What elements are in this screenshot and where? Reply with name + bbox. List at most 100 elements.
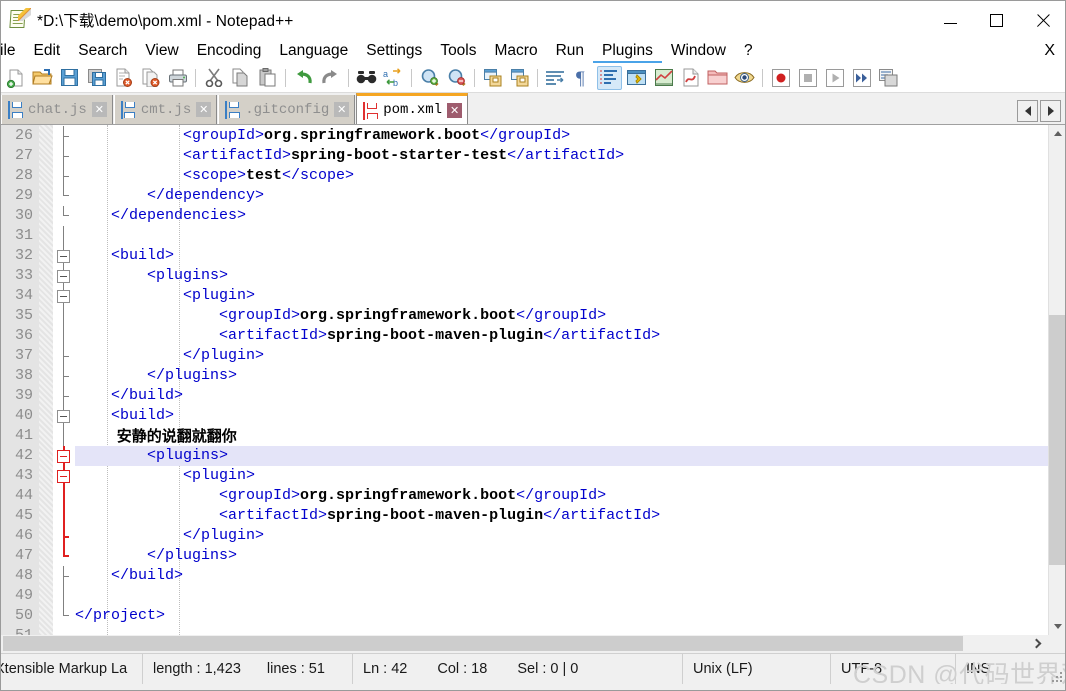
- fold-marker[interactable]: [53, 566, 75, 586]
- function-list-icon[interactable]: [678, 66, 703, 90]
- code-folding-margin[interactable]: [53, 125, 75, 635]
- fold-collapse-box[interactable]: [57, 470, 70, 483]
- fold-marker[interactable]: [53, 546, 75, 566]
- horizontal-scrollbar-thumb[interactable]: [3, 636, 963, 651]
- code-line[interactable]: <groupId>org.springframework.boot</group…: [75, 486, 1065, 506]
- menu-item-edit[interactable]: Edit: [25, 39, 70, 63]
- menu-item-encoding[interactable]: Encoding: [188, 39, 271, 63]
- folder-as-workspace-icon[interactable]: [705, 66, 730, 90]
- code-line[interactable]: <groupId>org.springframework.boot</group…: [75, 126, 1065, 146]
- fold-marker[interactable]: [53, 266, 75, 286]
- stop-macro-icon[interactable]: [795, 66, 820, 90]
- code-line[interactable]: </dependency>: [75, 186, 1065, 206]
- code-line[interactable]: </plugin>: [75, 526, 1065, 546]
- menu-item-view[interactable]: View: [136, 39, 187, 63]
- fold-marker[interactable]: [53, 286, 75, 306]
- code-line[interactable]: </plugins>: [75, 546, 1065, 566]
- fold-marker[interactable]: [53, 186, 75, 206]
- tab-pom-xml[interactable]: pom.xml ✕: [356, 93, 469, 124]
- close-document-button[interactable]: X: [1044, 39, 1055, 63]
- word-wrap-icon[interactable]: [543, 66, 568, 90]
- zoom-in-icon[interactable]: [417, 66, 442, 90]
- fold-marker[interactable]: [53, 126, 75, 146]
- tab-chat-js[interactable]: chat.js ✕: [1, 95, 113, 124]
- fold-marker[interactable]: [53, 506, 75, 526]
- fold-marker[interactable]: [53, 426, 75, 446]
- tab-close-icon[interactable]: ✕: [91, 102, 107, 117]
- fold-marker[interactable]: [53, 446, 75, 466]
- cut-icon[interactable]: [201, 66, 226, 90]
- fold-marker[interactable]: [53, 226, 75, 246]
- tab-scroll-right-button[interactable]: [1040, 100, 1061, 122]
- find-icon[interactable]: [354, 66, 379, 90]
- fold-marker[interactable]: [53, 586, 75, 606]
- code-line[interactable]: <groupId>org.springframework.boot</group…: [75, 306, 1065, 326]
- monitoring-icon[interactable]: [732, 66, 757, 90]
- code-line[interactable]: <plugin>: [75, 286, 1065, 306]
- code-line[interactable]: 安静的说翻就翻你: [75, 426, 1065, 446]
- minimize-button[interactable]: [927, 1, 973, 39]
- fold-marker[interactable]: [53, 206, 75, 226]
- scroll-down-button[interactable]: [1049, 618, 1065, 635]
- code-line[interactable]: <build>: [75, 246, 1065, 266]
- code-line[interactable]: <build>: [75, 406, 1065, 426]
- menu-item-settings[interactable]: Settings: [357, 39, 431, 63]
- show-indent-guide-icon[interactable]: [597, 65, 622, 90]
- bookmark-margin[interactable]: [39, 125, 53, 635]
- status-encoding[interactable]: UTF-8: [831, 654, 956, 684]
- fold-marker[interactable]: [53, 346, 75, 366]
- code-line[interactable]: <artifactId>spring-boot-maven-plugin</ar…: [75, 506, 1065, 526]
- print-icon[interactable]: [165, 66, 190, 90]
- fold-marker[interactable]: [53, 386, 75, 406]
- fold-marker[interactable]: [53, 306, 75, 326]
- code-line[interactable]: </build>: [75, 386, 1065, 406]
- fold-marker[interactable]: [53, 166, 75, 186]
- save-all-icon[interactable]: [84, 66, 109, 90]
- horizontal-scrollbar[interactable]: [1, 635, 1065, 653]
- code-line[interactable]: </project>: [75, 606, 1065, 626]
- fold-collapse-box[interactable]: [57, 290, 70, 303]
- fold-collapse-box[interactable]: [57, 250, 70, 263]
- close-button[interactable]: [1019, 1, 1065, 39]
- new-file-icon[interactable]: [3, 66, 28, 90]
- code-line[interactable]: [75, 626, 1065, 635]
- code-line[interactable]: <artifactId>spring-boot-starter-test</ar…: [75, 146, 1065, 166]
- tab-close-icon[interactable]: ✕: [447, 102, 463, 118]
- fold-collapse-box[interactable]: [57, 270, 70, 283]
- user-defined-dialog-icon[interactable]: [624, 66, 649, 90]
- tab-close-icon[interactable]: ✕: [196, 102, 212, 117]
- redo-icon[interactable]: [318, 66, 343, 90]
- fold-marker[interactable]: [53, 406, 75, 426]
- code-line[interactable]: </plugins>: [75, 366, 1065, 386]
- menu-item-help[interactable]: ?: [735, 39, 762, 63]
- tab-gitconfig[interactable]: .gitconfig ✕: [218, 95, 356, 124]
- scroll-right-button[interactable]: [1028, 635, 1045, 652]
- status-insert-mode[interactable]: INS: [956, 654, 1016, 684]
- play-macro-icon[interactable]: [822, 66, 847, 90]
- scroll-up-button[interactable]: [1049, 125, 1065, 142]
- fold-marker[interactable]: [53, 326, 75, 346]
- close-all-files-icon[interactable]: [138, 66, 163, 90]
- fold-collapse-box[interactable]: [57, 410, 70, 423]
- menu-item-macro[interactable]: Macro: [486, 39, 547, 63]
- fold-marker[interactable]: [53, 366, 75, 386]
- code-line[interactable]: </dependencies>: [75, 206, 1065, 226]
- tab-close-icon[interactable]: ✕: [334, 102, 350, 117]
- code-line[interactable]: [75, 586, 1065, 606]
- sync-vertical-scroll-icon[interactable]: [480, 66, 505, 90]
- menu-item-plugins[interactable]: Plugins: [593, 39, 662, 63]
- maximize-button[interactable]: [973, 1, 1019, 39]
- resize-grip[interactable]: [1050, 670, 1062, 682]
- code-line[interactable]: <plugins>: [75, 446, 1065, 466]
- code-line[interactable]: <scope>test</scope>: [75, 166, 1065, 186]
- open-file-icon[interactable]: [30, 66, 55, 90]
- fold-marker[interactable]: [53, 486, 75, 506]
- save-icon[interactable]: [57, 66, 82, 90]
- menu-item-search[interactable]: Search: [69, 39, 136, 63]
- tab-scroll-left-button[interactable]: [1017, 100, 1038, 122]
- fold-collapse-box[interactable]: [57, 450, 70, 463]
- fold-marker[interactable]: [53, 526, 75, 546]
- sync-horizontal-scroll-icon[interactable]: [507, 66, 532, 90]
- code-line[interactable]: </build>: [75, 566, 1065, 586]
- tab-cmt-js[interactable]: cmt.js ✕: [113, 95, 218, 124]
